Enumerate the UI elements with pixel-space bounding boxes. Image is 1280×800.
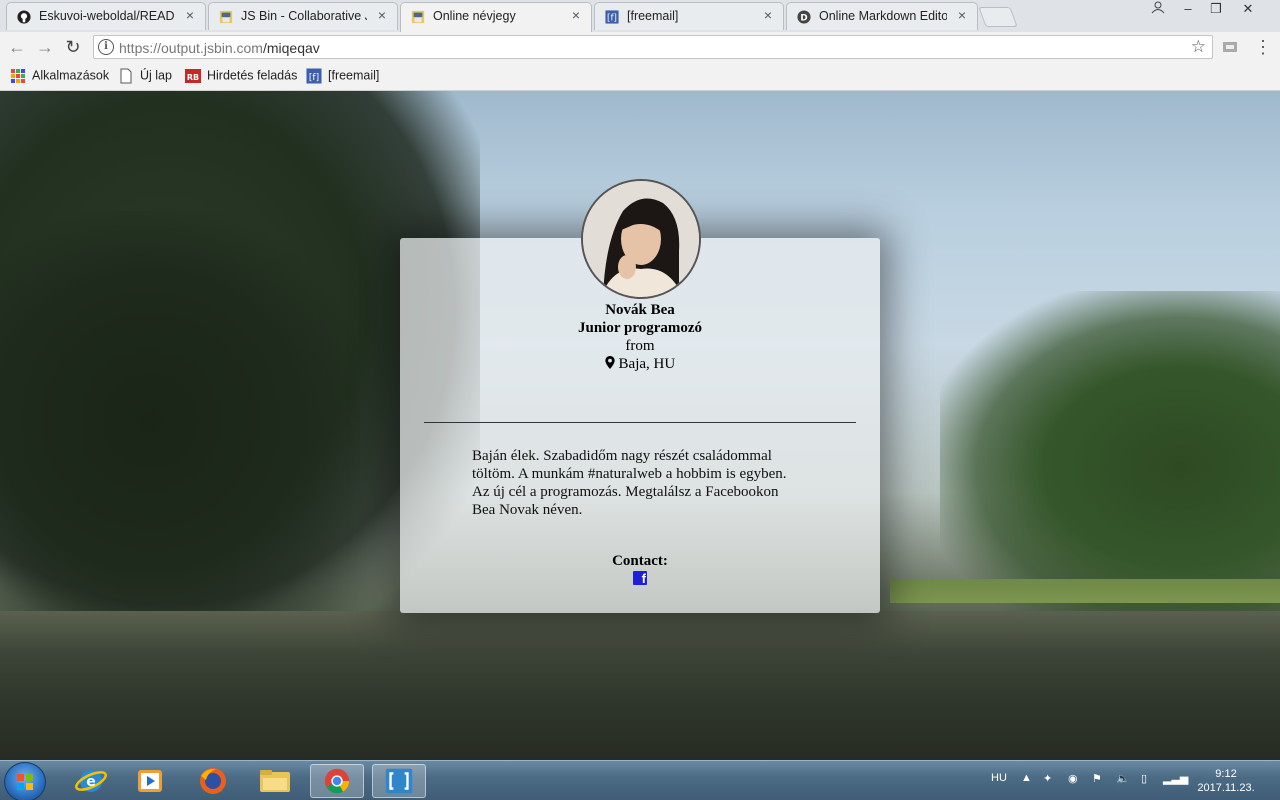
battery-icon[interactable]: ▯	[1141, 772, 1147, 785]
chrome-icon	[324, 768, 350, 794]
background-trees-right	[940, 291, 1280, 611]
page-background: Novák Bea Junior programozó from Baja, H…	[0, 91, 1280, 760]
avatar-photo	[583, 181, 699, 297]
jsbin-icon	[219, 10, 233, 24]
svg-text:RB: RB	[187, 73, 199, 82]
network-icon[interactable]: ▂▃▅	[1163, 772, 1188, 785]
page-icon	[120, 68, 132, 84]
media-player-icon	[138, 770, 162, 792]
bookmark-star-icon[interactable]: ☆	[1191, 37, 1206, 57]
tab-freemail[interactable]: [f] [freemail] ×	[594, 2, 784, 30]
language-indicator[interactable]: HU	[991, 772, 1007, 784]
clock-time: 9:12	[1215, 768, 1237, 780]
tab-title: [freemail]	[627, 9, 679, 23]
avast-icon[interactable]: ◉	[1068, 772, 1078, 785]
facebook-icon[interactable]: f	[633, 571, 647, 585]
tab-jsbin[interactable]: JS Bin - Collaborative Jav ×	[208, 2, 398, 30]
menu-icon[interactable]: ⋮	[1252, 36, 1274, 58]
start-button[interactable]	[4, 762, 46, 800]
dropbox-icon[interactable]: ✦	[1043, 772, 1052, 785]
map-marker-icon	[605, 356, 615, 369]
show-hidden-icons[interactable]: ▲	[1021, 772, 1032, 784]
tab-title: Online névjegy	[433, 9, 516, 23]
close-icon[interactable]: ×	[569, 8, 583, 22]
folder-icon	[260, 770, 290, 792]
bookmark-new-page[interactable]: Új lap	[118, 68, 172, 84]
contact-label: Contact:	[612, 553, 668, 569]
extension-icon[interactable]	[1222, 39, 1238, 55]
internet-explorer-icon: e	[75, 770, 107, 792]
bookmark-label: Új lap	[140, 68, 172, 83]
svg-text:e: e	[86, 774, 96, 790]
back-button[interactable]: ←	[6, 36, 28, 58]
github-icon	[17, 10, 31, 24]
close-icon[interactable]: ×	[183, 8, 197, 22]
profile-from-label: from	[625, 338, 655, 354]
address-bar[interactable]: i https://output.jsbin.com/miqeqav ☆	[93, 35, 1213, 59]
card-divider	[424, 422, 856, 423]
url-text[interactable]: https://output.jsbin.com/miqeqav	[119, 40, 320, 56]
svg-text:D: D	[800, 14, 807, 24]
close-icon[interactable]: ×	[761, 8, 775, 22]
bookmark-apps[interactable]: Alkalmazások	[10, 68, 109, 84]
bookmark-label: [freemail]	[328, 68, 380, 83]
bookmark-label: Alkalmazások	[32, 68, 110, 83]
freemail-icon: [f]	[306, 68, 322, 84]
url-host: https://output.jsbin.com	[119, 40, 263, 56]
location-text: Baja, HU	[618, 356, 676, 372]
svg-text:[f]: [f]	[607, 14, 617, 24]
minimize-button[interactable]: –	[1176, 0, 1200, 18]
browser-toolbar: ← → ↻ i https://output.jsbin.com/miqeqav…	[0, 32, 1280, 62]
taskbar-chrome[interactable]	[310, 764, 364, 798]
bookmark-freemail[interactable]: [f] [freemail]	[306, 68, 379, 84]
clock-date: 2017.11.23.	[1197, 782, 1255, 794]
tab-markdown-editor[interactable]: D Online Markdown Editor ×	[786, 2, 978, 30]
dillinger-icon: D	[797, 10, 811, 24]
reload-button[interactable]: ↻	[62, 36, 84, 58]
background-river	[0, 611, 1280, 760]
tab-strip: Eskuvoi-weboldal/READM × JS Bin - Collab…	[0, 0, 1280, 32]
background-trees-left-dark	[0, 211, 360, 631]
firefox-icon	[200, 768, 226, 794]
tab-title: JS Bin - Collaborative Jav	[241, 9, 367, 23]
tab-online-nevjegy[interactable]: Online névjegy ×	[400, 2, 592, 32]
windows-logo-icon	[17, 774, 33, 790]
apps-grid-icon	[11, 69, 25, 83]
volume-icon[interactable]: 🔈	[1116, 772, 1130, 785]
profile-location: Baja, HU	[400, 356, 880, 373]
freemail-icon: [f]	[605, 10, 619, 24]
taskbar-ie[interactable]: e	[64, 764, 118, 798]
brackets-icon	[385, 768, 413, 794]
avatar	[581, 179, 701, 299]
profile-icon[interactable]	[1146, 0, 1170, 18]
bookmark-label: Hirdetés feladás	[207, 68, 298, 83]
tab-title: Eskuvoi-weboldal/READM	[39, 9, 175, 23]
url-path: /miqeqav	[262, 40, 320, 56]
profile-role: Junior programozó	[577, 320, 703, 336]
taskbar-media-player[interactable]	[124, 764, 178, 798]
bookmarks-bar: Alkalmazások Új lap RB Hirdetés feladás […	[0, 62, 1280, 91]
windows-taskbar: e HU ▲ ✦ ◉ ⚑ 🔈 ▯ ▂▃▅ 9:12 2017.11.23.	[0, 760, 1280, 800]
background-grass	[890, 579, 1280, 603]
tab-github[interactable]: Eskuvoi-weboldal/READM ×	[6, 2, 206, 30]
jsbin-icon	[411, 10, 425, 24]
system-clock[interactable]: 9:12 2017.11.23.	[1196, 767, 1256, 795]
taskbar-explorer[interactable]	[248, 764, 302, 798]
rb-icon: RB	[185, 69, 201, 83]
profile-bio: Baján élek. Szabadidőm nagy részét csalá…	[472, 448, 787, 518]
restore-button[interactable]: ❐	[1204, 0, 1228, 18]
action-center-flag-icon[interactable]: ⚑	[1092, 772, 1102, 785]
bookmark-hirdetes[interactable]: RB Hirdetés feladás	[185, 68, 297, 84]
forward-button[interactable]: →	[34, 36, 56, 58]
close-icon[interactable]: ×	[955, 8, 969, 22]
tab-title: Online Markdown Editor	[819, 9, 947, 23]
taskbar-brackets[interactable]	[372, 764, 426, 798]
close-icon[interactable]: ×	[375, 8, 389, 22]
profile-name: Novák Bea	[605, 302, 675, 318]
new-tab-button[interactable]	[978, 7, 1018, 27]
close-window-button[interactable]: ✕	[1236, 0, 1260, 18]
svg-text:[f]: [f]	[309, 73, 319, 83]
info-icon[interactable]: i	[98, 39, 114, 55]
taskbar-firefox[interactable]	[186, 764, 240, 798]
